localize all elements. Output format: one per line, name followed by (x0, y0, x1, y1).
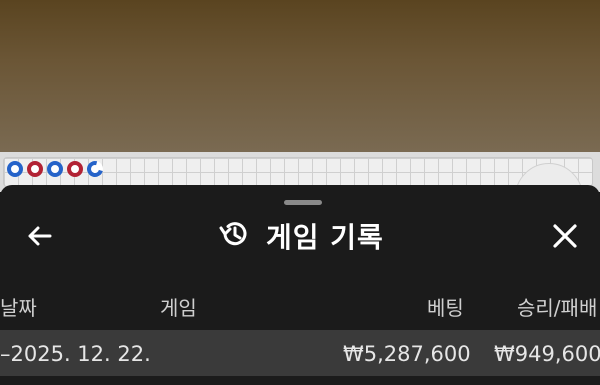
player-marker (84, 158, 106, 180)
back-button[interactable] (22, 221, 56, 251)
close-button[interactable] (550, 221, 580, 251)
row-date-cell: –2025. 12. 22. (0, 342, 151, 366)
bead-road-grid[interactable] (3, 157, 593, 187)
arrow-left-icon (24, 224, 54, 259)
sheet-drag-handle[interactable] (284, 200, 322, 205)
player-marker (47, 161, 63, 177)
history-icon (218, 217, 252, 255)
sheet-title-group: 게임 기록 (218, 213, 384, 259)
player-marker (7, 161, 23, 177)
row-win-loss-cell: ₩949,600 (494, 342, 600, 366)
sheet-header: 게임 기록 (0, 213, 600, 259)
column-header-win-loss[interactable]: 승리/패배 (517, 292, 597, 321)
banker-marker (67, 161, 83, 177)
game-video-area (0, 0, 600, 152)
banker-marker (27, 161, 43, 177)
close-icon (550, 221, 580, 259)
row-bet-cell: ₩5,287,600 (343, 342, 471, 366)
bead-road-markers (7, 158, 106, 180)
column-header-date[interactable]: 날짜 (0, 292, 37, 321)
column-header-bet[interactable]: 베팅 (427, 292, 464, 321)
column-header-game[interactable]: 게임 (160, 292, 197, 321)
page-title: 게임 기록 (266, 221, 384, 254)
